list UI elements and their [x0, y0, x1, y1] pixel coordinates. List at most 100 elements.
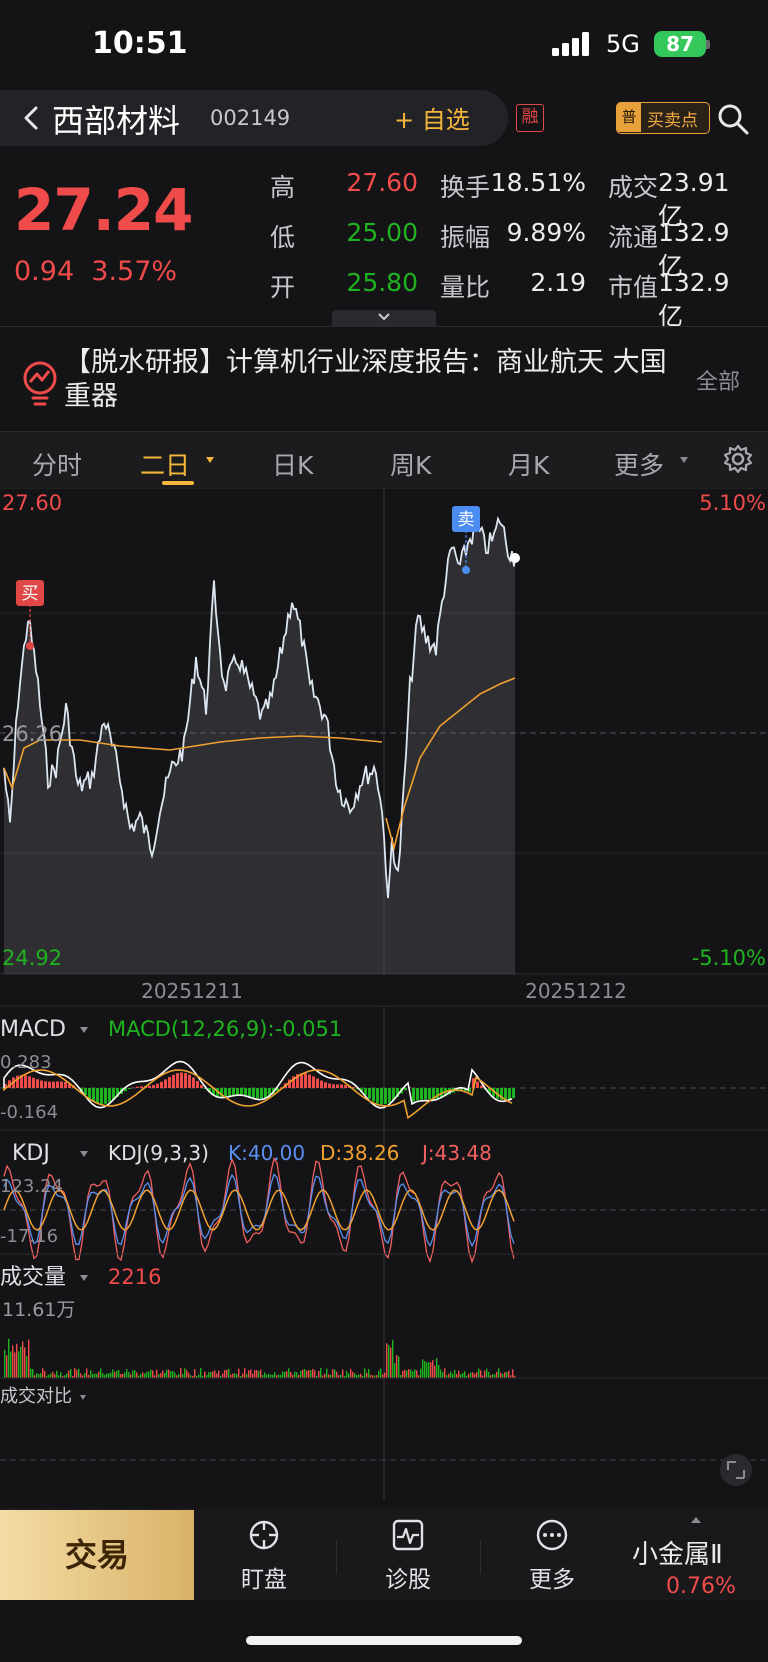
- volume-bar: [16, 1343, 18, 1378]
- volume-bar: [452, 1373, 454, 1378]
- watch-monitor-button[interactable]: 盯盘: [214, 1518, 314, 1594]
- volume-bar: [32, 1369, 34, 1378]
- volume-bar: [414, 1369, 416, 1378]
- macd-bar: [44, 1081, 47, 1088]
- volume-bar: [504, 1372, 506, 1378]
- sell-marker-label: 卖: [458, 510, 475, 530]
- kdj-panel: KDJ KDJ(9,3,3) K:40.00 D:38.26 J:43.48 1…: [0, 1129, 768, 1264]
- search-icon[interactable]: [716, 102, 750, 136]
- volume-value: 2216: [108, 1265, 161, 1289]
- macd-bar: [168, 1076, 171, 1088]
- volume-bar: [430, 1362, 432, 1378]
- signal-tag: 普: [617, 103, 641, 132]
- macd-bar: [480, 1085, 483, 1088]
- trade-button[interactable]: 交易: [0, 1510, 194, 1600]
- gear-icon[interactable]: [722, 443, 754, 475]
- pct-high-label: 5.10%: [699, 491, 766, 515]
- volume-bar: [286, 1371, 288, 1378]
- volume-bar: [194, 1369, 196, 1378]
- tab-intraday[interactable]: 分时: [32, 446, 82, 482]
- macd-bar: [244, 1088, 247, 1097]
- volume-bar: [238, 1368, 240, 1378]
- volume-bar: [498, 1368, 500, 1378]
- volume-bar: [184, 1368, 186, 1378]
- research-bulb-icon: [23, 361, 57, 406]
- volume-bar: [500, 1372, 502, 1378]
- expand-quote-tab[interactable]: [332, 310, 436, 326]
- volume-bar: [300, 1370, 302, 1378]
- volume-bar: [254, 1369, 256, 1378]
- chevron-down-icon: [378, 313, 390, 321]
- volume-bar: [30, 1368, 32, 1378]
- volume-bar: [134, 1370, 136, 1378]
- home-indicator[interactable]: [246, 1636, 522, 1645]
- macd-bar: [56, 1081, 59, 1088]
- stat-value-high: 27.60: [346, 168, 418, 197]
- volume-bar: [126, 1369, 128, 1378]
- metric-value: 18.51%: [490, 168, 586, 197]
- add-watchlist-button[interactable]: + 自选: [394, 100, 470, 135]
- sector-name[interactable]: 小金属Ⅱ: [632, 1534, 723, 1571]
- tab-more[interactable]: 更多: [614, 446, 664, 482]
- volume-bar: [422, 1359, 424, 1378]
- volume-bar: [208, 1372, 210, 1378]
- volume-bar: [38, 1374, 40, 1378]
- volume-bar: [386, 1343, 388, 1378]
- volume-bar: [438, 1365, 440, 1378]
- tab-daily-k[interactable]: 日K: [272, 446, 313, 482]
- volume-bar: [496, 1371, 498, 1378]
- volume-bar: [488, 1371, 490, 1378]
- macd-bar: [376, 1088, 379, 1104]
- volume-bar: [480, 1370, 482, 1378]
- volume-bar: [290, 1371, 292, 1378]
- macd-bar: [108, 1088, 111, 1103]
- cellular-signal-icon: [552, 32, 589, 56]
- more-button[interactable]: 更多: [502, 1518, 602, 1594]
- battery-indicator: 87: [654, 31, 706, 57]
- volume-bar: [310, 1370, 312, 1378]
- diagnose-stock-button[interactable]: 诊股: [358, 1518, 458, 1594]
- volume-bar: [152, 1370, 154, 1378]
- volume-bar: [84, 1373, 86, 1378]
- nav-label: 诊股: [385, 1567, 431, 1593]
- volume-bar: [56, 1370, 58, 1378]
- volume-bar: [288, 1368, 290, 1378]
- volume-bar: [326, 1368, 328, 1378]
- signal-label: 买卖点: [647, 111, 698, 131]
- volume-bar: [336, 1371, 338, 1378]
- news-all-link[interactable]: 全部: [696, 364, 740, 396]
- volume-bar: [174, 1372, 176, 1378]
- volume-bar: [106, 1373, 108, 1378]
- kdj-k-value: K:40.00: [228, 1141, 305, 1165]
- macd-bar: [384, 1088, 387, 1105]
- volume-bar: [96, 1373, 98, 1378]
- tab-monthly-k[interactable]: 月K: [508, 446, 549, 482]
- volume-bar: [128, 1372, 130, 1378]
- network-type: 5G: [606, 30, 640, 58]
- news-headline-link[interactable]: 【脱水研报】计算机行业深度报告：商业航天 大国重器: [64, 346, 684, 414]
- chart-area[interactable]: 买 卖 27.60 5.10% 26.26 24.92 -5.10% 20251…: [0, 488, 768, 1508]
- kdj-d-value: D:38.26: [320, 1141, 399, 1165]
- volume-bar: [102, 1373, 104, 1378]
- volume-bars: [4, 1338, 516, 1378]
- price-panel: 买 卖 27.60 5.10% 26.26 24.92 -5.10%: [0, 488, 768, 975]
- volume-bar: [114, 1371, 116, 1378]
- trade-signal-button[interactable]: 普 买卖点: [616, 102, 710, 134]
- back-arrow-icon[interactable]: [14, 100, 50, 136]
- caret-down-icon: [206, 457, 214, 463]
- volume-bar: [272, 1374, 274, 1378]
- volume-bar: [256, 1370, 258, 1378]
- volume-bar: [242, 1373, 244, 1378]
- macd-bar: [164, 1079, 167, 1088]
- macd-bar: [416, 1088, 419, 1101]
- volume-bar: [412, 1371, 414, 1378]
- tab-weekly-k[interactable]: 周K: [390, 446, 431, 482]
- tab-two-day[interactable]: 二日: [140, 446, 190, 482]
- macd-params: MACD(12,26,9):-0.051: [108, 1017, 342, 1041]
- stat-label: 高: [270, 173, 296, 202]
- sector-change: 0.76%: [666, 1574, 736, 1599]
- volume-bar: [320, 1368, 322, 1378]
- volume-bar: [168, 1369, 170, 1378]
- macd-dif-line: [3, 1060, 513, 1109]
- volume-bar: [342, 1369, 344, 1378]
